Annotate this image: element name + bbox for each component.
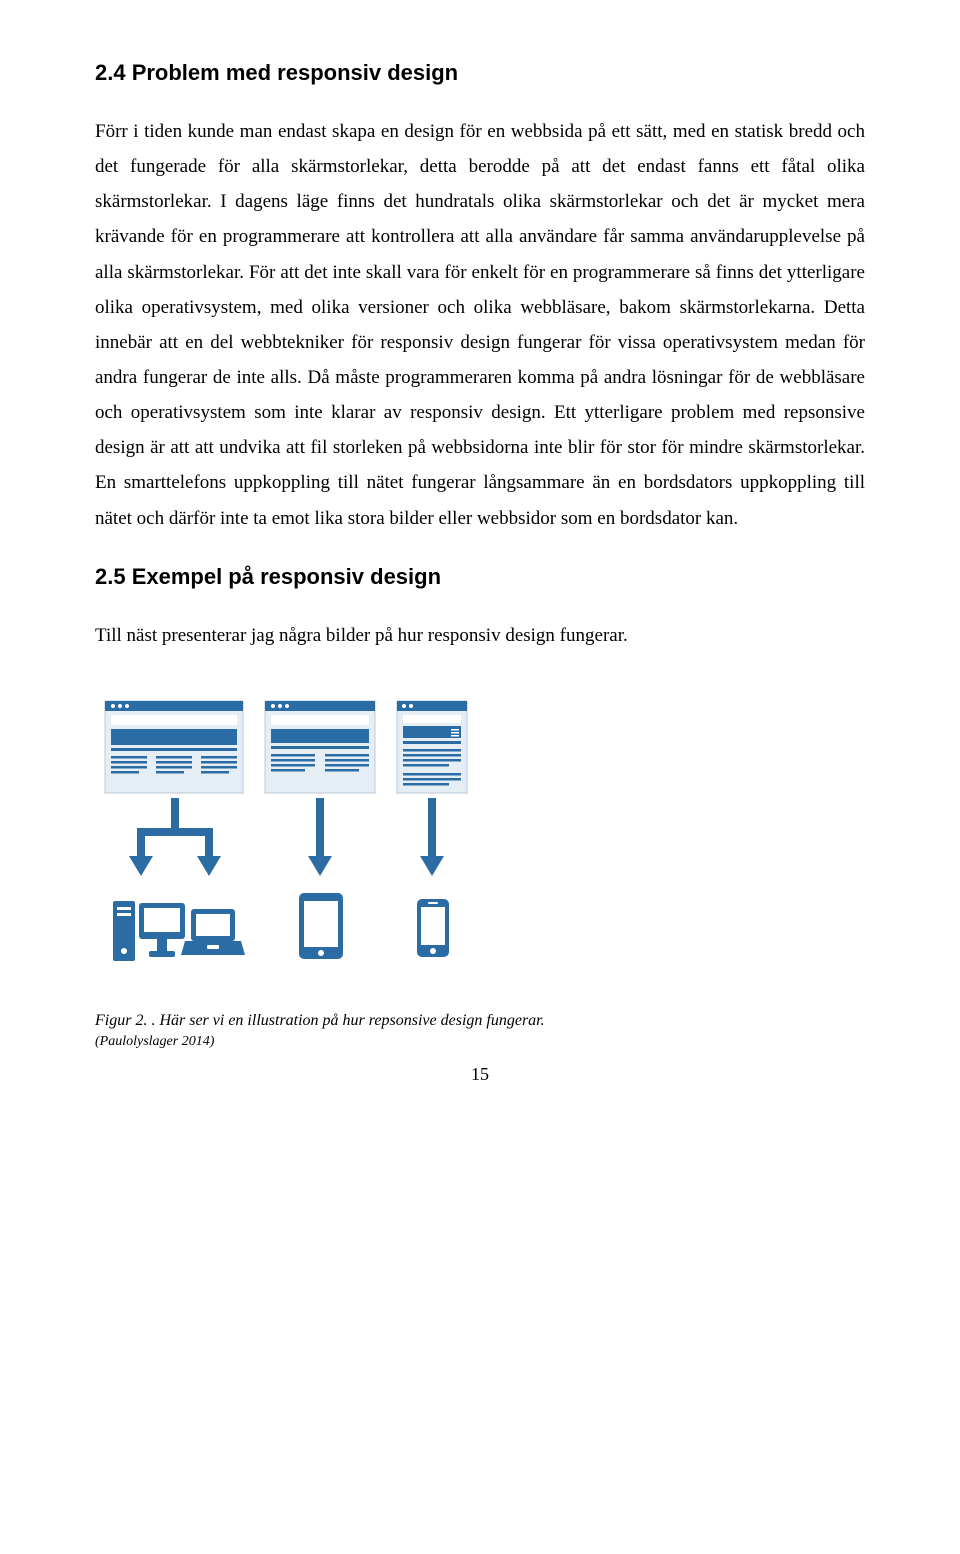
device-phone-icon bbox=[417, 899, 449, 957]
figure-caption: Figur 2. . Här ser vi en illustration på… bbox=[95, 1012, 865, 1030]
layout-phone-icon bbox=[397, 701, 467, 793]
section-24-body: Förr i tiden kunde man endast skapa en d… bbox=[95, 114, 865, 536]
responsive-design-figure bbox=[95, 693, 865, 988]
device-desktop-icon bbox=[113, 901, 185, 961]
arrow-desktop-split-icon bbox=[129, 798, 221, 876]
section-24-heading: 2.4 Problem med responsiv design bbox=[95, 60, 865, 86]
arrow-phone-icon bbox=[420, 798, 444, 876]
responsive-diagram-svg bbox=[95, 693, 525, 983]
device-laptop-icon bbox=[181, 909, 245, 955]
device-tablet-icon bbox=[299, 893, 343, 959]
document-page: 2.4 Problem med responsiv design Förr i … bbox=[0, 0, 960, 1125]
figure-source: (Paulolyslager 2014) bbox=[95, 1034, 865, 1050]
arrow-tablet-icon bbox=[308, 798, 332, 876]
layout-tablet-icon bbox=[265, 701, 375, 793]
section-25-heading: 2.5 Exempel på responsiv design bbox=[95, 564, 865, 590]
page-number: 15 bbox=[95, 1064, 865, 1085]
section-25-intro: Till näst presenterar jag några bilder p… bbox=[95, 618, 865, 653]
layout-desktop-icon bbox=[105, 701, 243, 793]
